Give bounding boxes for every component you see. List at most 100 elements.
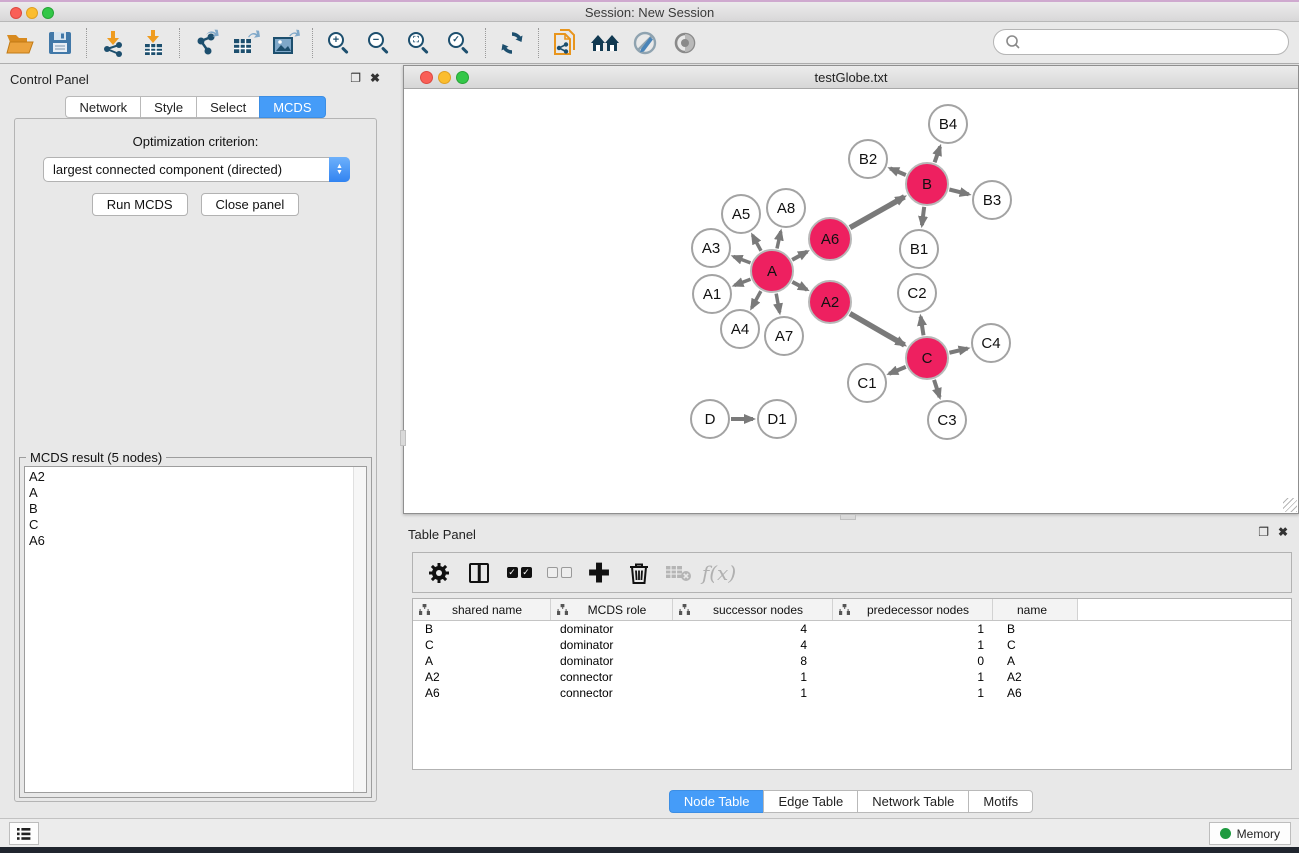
- table-cell[interactable]: C: [413, 637, 551, 653]
- table-cell[interactable]: 1: [673, 685, 833, 701]
- table-cell[interactable]: 1: [833, 621, 993, 637]
- result-list-scrollbar[interactable]: [353, 467, 366, 792]
- graph-edge-C-C3[interactable]: [934, 380, 940, 397]
- graph-node-B2[interactable]: B2: [849, 140, 887, 178]
- result-item[interactable]: A2: [29, 469, 350, 485]
- function-builder-icon[interactable]: f(x): [701, 556, 737, 590]
- graph-edge-C-C2[interactable]: [921, 317, 924, 336]
- open-session-icon[interactable]: [0, 25, 40, 61]
- graph-edge-A6-B[interactable]: [850, 197, 904, 228]
- column-view-icon[interactable]: [461, 556, 497, 590]
- table-cell[interactable]: dominator: [551, 621, 673, 637]
- graph-node-A4[interactable]: A4: [721, 310, 759, 348]
- refresh-icon[interactable]: [492, 25, 532, 61]
- graph-edge-A-A7[interactable]: [776, 294, 779, 313]
- graph-edge-B-B1[interactable]: [922, 207, 924, 225]
- criterion-select[interactable]: largest connected component (directed) ▲…: [43, 157, 350, 182]
- table-cell[interactable]: connector: [551, 669, 673, 685]
- export-table-icon[interactable]: [226, 25, 266, 61]
- graph-node-B[interactable]: B: [906, 163, 948, 205]
- graph-node-C[interactable]: C: [906, 337, 948, 379]
- import-table-icon[interactable]: [133, 25, 173, 61]
- graph-edge-A-A6[interactable]: [792, 252, 807, 260]
- table-cell[interactable]: C: [993, 637, 1078, 653]
- clone-network-icon[interactable]: [545, 25, 585, 61]
- graph-edge-C-C1[interactable]: [889, 367, 906, 374]
- graph-node-D1[interactable]: D1: [758, 400, 796, 438]
- graph-node-A8[interactable]: A8: [767, 189, 805, 227]
- unselect-all-icon[interactable]: [541, 556, 577, 590]
- graph-edge-A-A2[interactable]: [792, 282, 807, 290]
- graph-node-B1[interactable]: B1: [900, 230, 938, 268]
- graph-node-A1[interactable]: A1: [693, 275, 731, 313]
- table-cell[interactable]: B: [413, 621, 551, 637]
- graph-node-B3[interactable]: B3: [973, 181, 1011, 219]
- graph-node-A6[interactable]: A6: [809, 218, 851, 260]
- tab-select[interactable]: Select: [196, 96, 259, 118]
- zoom-out-icon[interactable]: −: [359, 25, 399, 61]
- delete-table-icon[interactable]: [661, 556, 697, 590]
- tab-style[interactable]: Style: [140, 96, 196, 118]
- column-header[interactable]: name: [993, 599, 1078, 620]
- table-cell[interactable]: A2: [993, 669, 1078, 685]
- table-cell[interactable]: A2: [413, 669, 551, 685]
- table-cell[interactable]: dominator: [551, 637, 673, 653]
- export-network-icon[interactable]: [186, 25, 226, 61]
- table-row[interactable]: Cdominator41C: [413, 637, 1291, 653]
- run-mcds-button[interactable]: Run MCDS: [92, 193, 188, 216]
- table-cell[interactable]: connector: [551, 685, 673, 701]
- resize-grip-icon[interactable]: [1283, 498, 1297, 512]
- gear-icon[interactable]: [421, 556, 457, 590]
- close-panel-icon[interactable]: ✖: [370, 71, 380, 85]
- tab-network-table[interactable]: Network Table: [857, 790, 968, 813]
- tab-node-table[interactable]: Node Table: [669, 790, 764, 813]
- select-all-icon[interactable]: ✓✓: [501, 556, 537, 590]
- table-cell[interactable]: 1: [833, 637, 993, 653]
- table-cell[interactable]: B: [993, 621, 1078, 637]
- eye-icon[interactable]: [665, 25, 705, 61]
- graph-node-B4[interactable]: B4: [929, 105, 967, 143]
- graph-node-C3[interactable]: C3: [928, 401, 966, 439]
- table-cell[interactable]: A6: [413, 685, 551, 701]
- annotation-hide-icon[interactable]: [625, 25, 665, 61]
- table-cell[interactable]: 8: [673, 653, 833, 669]
- tab-motifs[interactable]: Motifs: [968, 790, 1033, 813]
- import-network-icon[interactable]: [93, 25, 133, 61]
- graph-node-A7[interactable]: A7: [765, 317, 803, 355]
- export-image-icon[interactable]: [266, 25, 306, 61]
- column-header[interactable]: MCDS role: [551, 599, 673, 620]
- table-float-icon[interactable]: ❐: [1258, 525, 1269, 539]
- table-row[interactable]: A2connector11A2: [413, 669, 1291, 685]
- tab-mcds[interactable]: MCDS: [259, 96, 325, 118]
- result-item[interactable]: C: [29, 517, 350, 533]
- table-row[interactable]: A6connector11A6: [413, 685, 1291, 701]
- graph-node-C1[interactable]: C1: [848, 364, 886, 402]
- table-cell[interactable]: dominator: [551, 653, 673, 669]
- graph-edge-A-A4[interactable]: [752, 291, 761, 308]
- graph-node-C4[interactable]: C4: [972, 324, 1010, 362]
- graph-edge-B-B3[interactable]: [949, 189, 968, 194]
- graph-node-C2[interactable]: C2: [898, 274, 936, 312]
- search-input[interactable]: [1026, 32, 1288, 52]
- graph-edge-A-A5[interactable]: [752, 235, 761, 251]
- delete-column-icon[interactable]: [621, 556, 657, 590]
- tab-network[interactable]: Network: [65, 96, 140, 118]
- table-cell[interactable]: 1: [673, 669, 833, 685]
- table-cell[interactable]: 1: [833, 685, 993, 701]
- table-close-icon[interactable]: ✖: [1278, 525, 1288, 539]
- table-cell[interactable]: A: [413, 653, 551, 669]
- graph-node-A3[interactable]: A3: [692, 229, 730, 267]
- graph-node-A[interactable]: A: [751, 250, 793, 292]
- table-cell[interactable]: 4: [673, 621, 833, 637]
- column-header[interactable]: successor nodes: [673, 599, 833, 620]
- result-item[interactable]: A: [29, 485, 350, 501]
- graph-edge-C-C4[interactable]: [949, 348, 967, 352]
- network-canvas[interactable]: B4B2BB3A8A5A6A3B1AC2A1A2A4A7C4CC1C3DD1: [404, 89, 1298, 513]
- table-row[interactable]: Adominator80A: [413, 653, 1291, 669]
- column-header[interactable]: shared name: [413, 599, 551, 620]
- task-history-button[interactable]: [9, 822, 39, 845]
- splitter-handle-left[interactable]: [400, 430, 406, 446]
- close-panel-button[interactable]: Close panel: [201, 193, 300, 216]
- graph-edge-A-A8[interactable]: [777, 231, 781, 248]
- result-item[interactable]: A6: [29, 533, 350, 549]
